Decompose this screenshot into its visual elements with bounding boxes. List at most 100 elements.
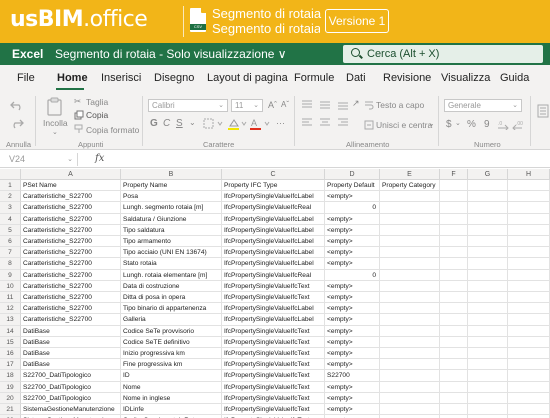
- cell-d19[interactable]: <empty>: [325, 381, 380, 393]
- cell-f12[interactable]: [440, 303, 468, 315]
- cell-a3[interactable]: Caratteristiche_S22700: [21, 202, 121, 214]
- increase-decimal-icon[interactable]: .0: [497, 120, 509, 130]
- cell-d8[interactable]: <empty>: [325, 258, 380, 270]
- cell-e2[interactable]: [380, 191, 440, 203]
- cell-a12[interactable]: Caratteristiche_S22700: [21, 303, 121, 315]
- cell-g18[interactable]: [468, 370, 508, 382]
- cell-e16[interactable]: [380, 348, 440, 360]
- cell-d12[interactable]: <empty>: [325, 303, 380, 315]
- cell-h3[interactable]: [508, 202, 550, 214]
- cell-d2[interactable]: <empty>: [325, 191, 380, 203]
- cell-e14[interactable]: [380, 325, 440, 337]
- font-size-select[interactable]: 11 ⌄: [231, 99, 263, 112]
- cell-d6[interactable]: <empty>: [325, 236, 380, 248]
- cell-b20[interactable]: Nome in inglese: [121, 392, 222, 404]
- grow-font-icon[interactable]: Aˆ: [268, 100, 277, 110]
- format-painter-button[interactable]: Copia formato: [86, 125, 139, 135]
- cell-g5[interactable]: [468, 224, 508, 236]
- cell-b5[interactable]: Tipo saldatura: [121, 224, 222, 236]
- cell-g19[interactable]: [468, 381, 508, 393]
- merge-chevron-icon[interactable]: ⌄: [428, 119, 435, 128]
- currency-chevron-icon[interactable]: ⌄: [455, 119, 461, 127]
- cell-c18[interactable]: IfcPropertySingleValueIfcText: [222, 370, 325, 382]
- cell-h13[interactable]: [508, 314, 550, 326]
- cell-a8[interactable]: Caratteristiche_S22700: [21, 258, 121, 270]
- cell-d14[interactable]: <empty>: [325, 325, 380, 337]
- name-box[interactable]: V24 ⌄: [6, 153, 78, 166]
- cell-a5[interactable]: Caratteristiche_S22700: [21, 224, 121, 236]
- cell-f9[interactable]: [440, 269, 468, 281]
- cell-c15[interactable]: IfcPropertySingleValueIfcText: [222, 336, 325, 348]
- row-header[interactable]: 8: [0, 258, 21, 270]
- column-header-a[interactable]: A: [21, 169, 121, 180]
- cell-g16[interactable]: [468, 348, 508, 360]
- italic-icon[interactable]: C: [163, 118, 170, 129]
- font-name-select[interactable]: Calibri ⌄: [148, 99, 228, 112]
- cell-a14[interactable]: DatiBase: [21, 325, 121, 337]
- cell-f6[interactable]: [440, 236, 468, 248]
- redo-icon[interactable]: [10, 117, 24, 129]
- row-header[interactable]: 10: [0, 280, 21, 292]
- copy-button[interactable]: Copia: [86, 110, 108, 120]
- cell-b15[interactable]: Codice SeTE definitivo: [121, 336, 222, 348]
- cell-h4[interactable]: [508, 213, 550, 225]
- cell-f19[interactable]: [440, 381, 468, 393]
- cell-d20[interactable]: <empty>: [325, 392, 380, 404]
- cell-b16[interactable]: Inizio progressiva km: [121, 348, 222, 360]
- cell-a4[interactable]: Caratteristiche_S22700: [21, 213, 121, 225]
- cell-e6[interactable]: [380, 236, 440, 248]
- cell-b14[interactable]: Codice SeTe provvisorio: [121, 325, 222, 337]
- cell-f16[interactable]: [440, 348, 468, 360]
- row-header[interactable]: 14: [0, 325, 21, 337]
- cell-h6[interactable]: [508, 236, 550, 248]
- cell-h2[interactable]: [508, 191, 550, 203]
- undo-icon[interactable]: [10, 99, 24, 111]
- cell-e9[interactable]: [380, 269, 440, 281]
- cell-c7[interactable]: IfcPropertySingleValueIfcLabel: [222, 247, 325, 259]
- cell-f14[interactable]: [440, 325, 468, 337]
- cell-a2[interactable]: Caratteristiche_S22700: [21, 191, 121, 203]
- cell-e11[interactable]: [380, 292, 440, 304]
- cell-c9[interactable]: IfcPropertySingleValueIfcReal: [222, 269, 325, 281]
- paste-chevron-icon[interactable]: ⌄: [52, 128, 58, 136]
- cell-g14[interactable]: [468, 325, 508, 337]
- cell-e21[interactable]: [380, 404, 440, 416]
- cell-f8[interactable]: [440, 258, 468, 270]
- cell-e1[interactable]: Property Category: [380, 180, 440, 192]
- borders-icon[interactable]: [203, 118, 225, 130]
- cell-e8[interactable]: [380, 258, 440, 270]
- tab-formule[interactable]: Formule: [294, 72, 334, 84]
- row-header[interactable]: 1: [0, 180, 21, 192]
- row-header[interactable]: 21: [0, 404, 21, 416]
- cell-f21[interactable]: [440, 404, 468, 416]
- row-header[interactable]: 3: [0, 202, 21, 214]
- cell-c17[interactable]: IfcPropertySingleValueIfcText: [222, 359, 325, 371]
- cell-g10[interactable]: [468, 280, 508, 292]
- cell-g8[interactable]: [468, 258, 508, 270]
- cell-a19[interactable]: S22700_DatiTipologico: [21, 381, 121, 393]
- cell-e10[interactable]: [380, 280, 440, 292]
- tab-guida[interactable]: Guida: [500, 72, 529, 84]
- cell-b19[interactable]: Nome: [121, 381, 222, 393]
- cell-d18[interactable]: S22700: [325, 370, 380, 382]
- cell-d17[interactable]: <empty>: [325, 359, 380, 371]
- cell-h5[interactable]: [508, 224, 550, 236]
- row-header[interactable]: 12: [0, 303, 21, 315]
- cell-h21[interactable]: [508, 404, 550, 416]
- cell-b9[interactable]: Lungh. rotaia elementare [m]: [121, 269, 222, 281]
- cell-d11[interactable]: <empty>: [325, 292, 380, 304]
- cell-f18[interactable]: [440, 370, 468, 382]
- cell-a15[interactable]: DatiBase: [21, 336, 121, 348]
- cell-e20[interactable]: [380, 392, 440, 404]
- excel-app-name[interactable]: Excel: [12, 47, 43, 61]
- cell-e18[interactable]: [380, 370, 440, 382]
- tab-file[interactable]: File: [17, 72, 35, 84]
- cell-c6[interactable]: IfcPropertySingleValueIfcLabel: [222, 236, 325, 248]
- version-button[interactable]: Versione 1: [325, 9, 389, 33]
- cell-b8[interactable]: Stato rotaia: [121, 258, 222, 270]
- cell-a21[interactable]: SistemaGestioneManutenzione: [21, 404, 121, 416]
- cell-g4[interactable]: [468, 213, 508, 225]
- cell-c1[interactable]: Property IFC Type: [222, 180, 325, 192]
- cell-h11[interactable]: [508, 292, 550, 304]
- paste-label[interactable]: Incolla: [43, 118, 68, 128]
